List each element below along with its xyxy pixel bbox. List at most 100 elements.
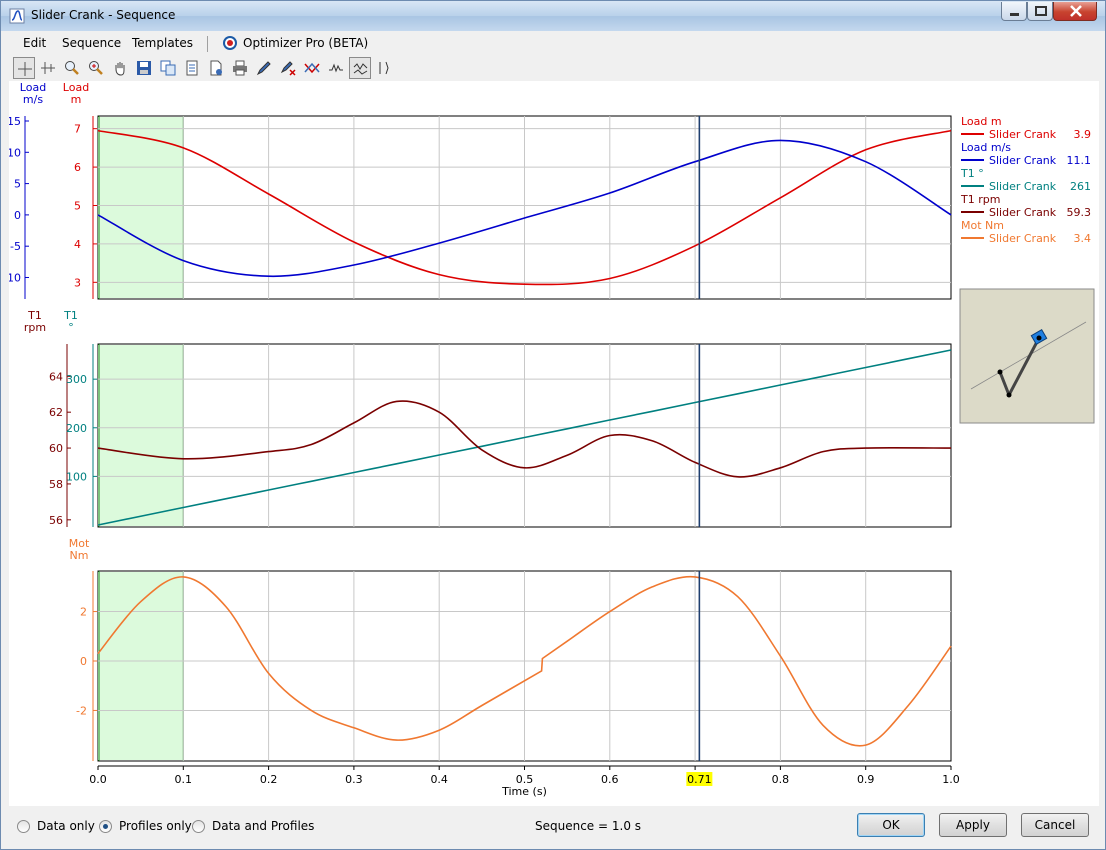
axis-unit-t1-angle: ° [68,321,74,334]
export-button[interactable] [205,57,227,79]
maximize-button[interactable] [1027,2,1053,21]
plot-3[interactable] [97,570,952,762]
tick-label-t1-angle: 200 [66,422,87,435]
save-button[interactable] [133,57,155,79]
plot-canvas[interactable]: 151050-5-1076543Loadm/sLoadm646260585630… [9,81,1099,806]
slider-joint [1036,335,1042,341]
menu-templates[interactable]: Templates [132,36,193,50]
axis-unit-load-position: m [71,93,82,106]
legend-series-name: Slider Crank [989,206,1057,219]
menu-bar: Edit Sequence Templates Optimizer Pro (B… [9,32,1099,54]
ok-button[interactable]: OK [857,813,925,837]
radio-profiles-only-label: Profiles only [119,819,192,833]
tick-label-load-velocity: 0 [14,209,21,222]
tick-label-t1-speed: 56 [49,514,63,527]
mechanism-preview[interactable] [959,288,1095,424]
tick-label-t1-speed: 60 [49,442,63,455]
multi-trace-icon [304,62,320,74]
plot-2[interactable] [97,343,952,528]
menu-optimizer[interactable]: Optimizer Pro (BETA) [243,36,368,50]
menu-edit[interactable]: Edit [23,36,46,50]
axis-unit-load-velocity: m/s [23,93,43,106]
radio-data-and-profiles[interactable]: Data and Profiles [192,819,314,835]
legend-title: T1 ° [960,167,984,180]
x-tick-label: 0.4 [430,773,448,786]
print-button[interactable] [229,57,251,79]
legend-value: 11.1 [1067,154,1092,167]
legend-entry[interactable]: T1 ° Slider Crank 261 [960,167,1091,193]
pivot-joint [997,369,1003,375]
x-tick-label: 0.6 [601,773,619,786]
sequence-status: Sequence = 1.0 s [535,819,642,833]
close-icon [1070,5,1082,17]
dots-trace-button[interactable] [325,57,347,79]
legend-title: T1 rpm [960,193,1000,206]
crosshair-tool-button[interactable] [13,57,35,79]
minimize-button[interactable] [1001,2,1027,21]
tick-label-t1-angle: 300 [66,373,87,386]
optimizer-icon [223,36,237,50]
menu-sequence[interactable]: Sequence [62,36,121,50]
dots-trace-icon [329,63,343,73]
eraser-pen-icon [280,61,296,76]
plot-1[interactable] [97,115,952,300]
zoom-box-button[interactable] [85,57,107,79]
profile-active-button[interactable] [349,57,371,79]
plot-area[interactable]: 151050-5-1076543Loadm/sLoadm646260585630… [9,81,1099,806]
x-tick-label: 1.0 [942,773,960,786]
x-tick-label: 0.1 [175,773,193,786]
app-icon [9,8,25,24]
cursor-value-label: 0.71 [687,773,712,786]
legend-entry[interactable]: Load mSlider Crank 3.9 [961,115,1091,141]
x-tick-label: 0.2 [260,773,278,786]
eraser-pen-button[interactable] [277,57,299,79]
delta-cursor-icon [41,62,55,74]
legend-title: Load m/s [961,141,1011,154]
legend-entry[interactable]: Mot NmSlider Crank 3.4 [961,219,1091,245]
close-button[interactable] [1053,2,1097,21]
apply-button[interactable]: Apply [939,813,1007,837]
multi-trace-button[interactable] [301,57,323,79]
copy-icon [160,60,176,76]
radio-data-and-profiles-dot[interactable] [192,820,205,833]
maximize-icon [1035,6,1047,16]
radio-data-only[interactable]: Data only [17,819,107,835]
legend-value: 59.3 [1067,206,1092,219]
tick-label-t1-angle: 100 [66,470,87,483]
pen-button[interactable] [253,57,275,79]
shaded-region [98,345,184,526]
bottom-bar: Data only Profiles only Data and Profile… [9,807,1099,847]
tick-label-load-position: 4 [74,238,81,251]
pan-button[interactable] [109,57,131,79]
split-button[interactable] [373,57,395,79]
sequence-window: Slider Crank - Sequence Edit Sequence Te… [0,0,1106,850]
legend-entry[interactable]: T1 rpmSlider Crank 59.3 [960,193,1091,219]
tick-label-motor-torque: 0 [80,655,87,668]
tick-label-t1-speed: 58 [49,478,63,491]
export-icon [210,60,222,76]
radio-profiles-only-dot[interactable] [99,820,112,833]
cancel-button[interactable]: Cancel [1021,813,1089,837]
delta-cursor-button[interactable] [37,57,59,79]
legend-entry[interactable]: Load m/sSlider Crank 11.1 [961,141,1091,167]
radio-data-only-dot[interactable] [17,820,30,833]
crosshair-icon [18,62,32,76]
radio-profiles-only[interactable]: Profiles only [99,819,199,835]
legend-title: Mot Nm [961,219,1004,232]
x-axis-label: Time (s) [501,785,547,798]
copy-data-button[interactable] [181,57,203,79]
profile-active-icon [353,63,368,75]
tick-label-load-position: 7 [74,123,81,136]
axis-unit-motor-torque: Nm [70,549,89,562]
minimize-icon [1010,13,1019,16]
tick-label-load-position: 6 [74,161,81,174]
copy-data-icon [186,60,198,76]
tick-label-load-velocity: 5 [14,178,21,191]
tick-label-load-velocity: 10 [9,146,21,159]
legend-series-name: Slider Crank [989,154,1057,167]
tick-label-load-position: 3 [74,276,81,289]
title-bar[interactable]: Slider Crank - Sequence [1,1,1105,31]
zoom-in-button[interactable] [61,57,83,79]
copy-button[interactable] [157,57,179,79]
shaded-region [98,572,184,760]
